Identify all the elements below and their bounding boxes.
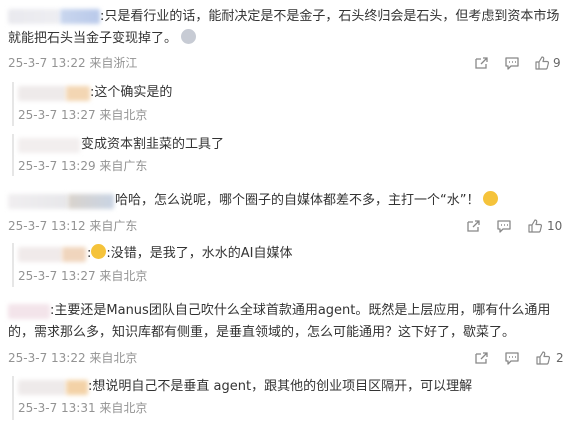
comment-text-line: 哈哈，怎么说呢，哪个圈子的自媒体都差不多，主打一个“水”！: [115, 190, 499, 212]
comment-meta: 25-3-7 13:22 来自北京: [8, 351, 138, 365]
thumbs-up-icon[interactable]: [535, 350, 551, 366]
username-blur[interactable]: [8, 194, 68, 209]
reply-bar: [12, 134, 14, 176]
reply-text: :这个确实是的: [90, 85, 173, 100]
username-blur[interactable]: [62, 247, 86, 262]
comment-icon[interactable]: [504, 55, 520, 71]
comment-meta: 25-3-7 13:12 来自广东: [8, 219, 138, 233]
like-count: 10: [547, 219, 563, 233]
comment-text: 哈哈，怎么说呢，哪个圈子的自媒体都差不多，主打一个“水”！: [115, 193, 480, 208]
like-count: 9: [553, 56, 561, 70]
username-blur[interactable]: [8, 304, 50, 319]
comment-text-line2: 的，需求那么多，知识库都有侧重，是垂直领域的，怎么可能通用？这下好了，歇菜了。: [8, 325, 516, 340]
reply-text-line: ::没错，是我了，水水的AI自媒体: [87, 243, 293, 265]
username-blur[interactable]: [18, 86, 66, 101]
share-icon[interactable]: [465, 218, 481, 234]
laughing-emoji-icon: [483, 191, 499, 206]
reply-meta: 25-3-7 13:27 来自北京: [18, 269, 148, 283]
laughing-emoji-icon: [91, 244, 107, 259]
share-icon[interactable]: [473, 55, 489, 71]
comment-text-span: 就能把石头当金子变现掉了。: [8, 31, 178, 46]
username-blur[interactable]: [68, 194, 114, 209]
reply-meta: 25-3-7 13:31 来自北京: [18, 401, 148, 415]
reply-text: :没错，是我了，水水的AI自媒体: [106, 246, 293, 261]
reply-meta: 25-3-7 13:29 来自广东: [18, 159, 148, 173]
sweat-emoji-icon: [181, 29, 197, 44]
like-count: 2: [556, 351, 564, 365]
reply-text: :想说明自己不是垂直 agent，跟其他的创业项目区隔开，可以理解: [88, 379, 473, 394]
comment-text-line2: 就能把石头当金子变现掉了。: [8, 28, 197, 50]
username-blur[interactable]: [8, 9, 60, 24]
username-blur[interactable]: [18, 380, 66, 395]
reply-bar: [12, 82, 14, 126]
thumbs-up-icon[interactable]: [534, 55, 550, 71]
reply-text: 变成资本割韭菜的工具了: [81, 137, 225, 152]
reply-bar: [12, 243, 14, 287]
comment-icon[interactable]: [496, 218, 512, 234]
username-blur[interactable]: [66, 380, 88, 395]
share-icon[interactable]: [473, 350, 489, 366]
reply-meta: 25-3-7 13:27 来自北京: [18, 108, 148, 122]
reply-bar: [12, 376, 14, 420]
comment-icon[interactable]: [504, 350, 520, 366]
comment-text: :只是看行业的话，能耐决定是不是金子，石头终归会是石头，但考虑到资本市场: [100, 9, 560, 24]
username-blur[interactable]: [18, 138, 80, 153]
thumbs-up-icon[interactable]: [527, 218, 543, 234]
username-blur[interactable]: [66, 86, 90, 101]
username-blur[interactable]: [18, 247, 62, 262]
username-blur[interactable]: [60, 9, 100, 24]
comment-text: :主要还是Manus团队自己吹什么全球首款通用agent。既然是上层应用，哪有什…: [50, 303, 551, 318]
comment-meta: 25-3-7 13:22 来自浙江: [8, 56, 138, 70]
